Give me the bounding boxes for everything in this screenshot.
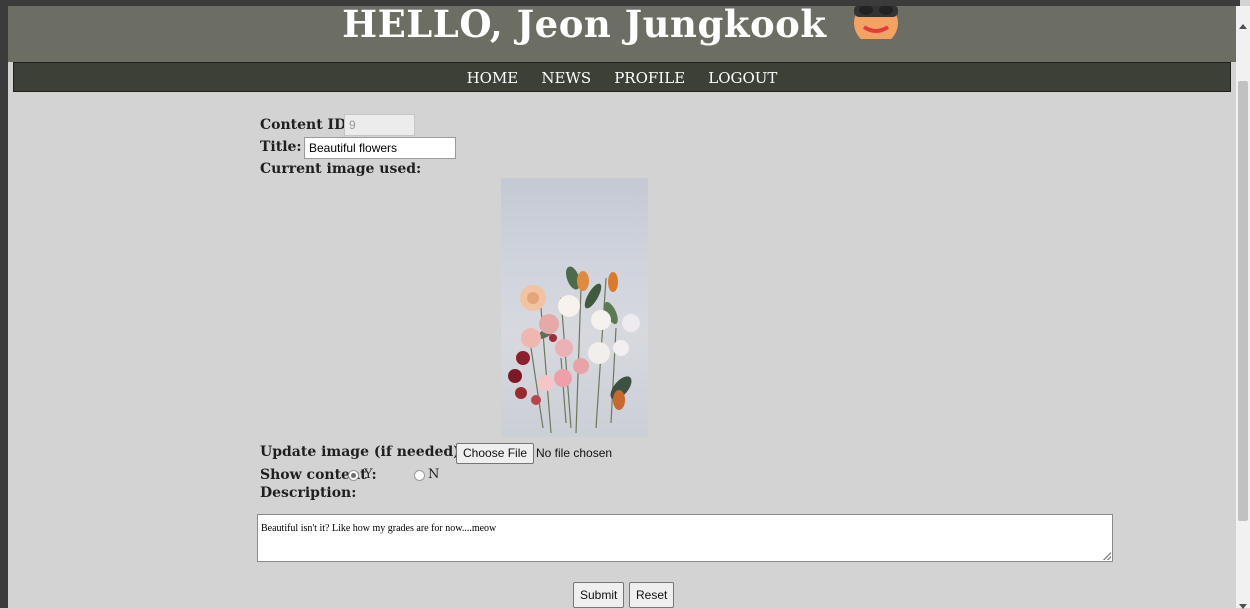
greeting-text: HELLO, Jeon Jungkook (342, 6, 827, 46)
page-scrollbar[interactable] (1236, 6, 1250, 609)
resize-grip-icon[interactable] (1103, 552, 1111, 560)
file-status-text: No file chosen (536, 446, 613, 460)
content-id-input (344, 114, 415, 136)
scroll-thumb[interactable] (1238, 81, 1248, 521)
nav-logout-link[interactable]: LOGOUT (708, 69, 777, 87)
scroll-down-arrow-icon[interactable] (1239, 604, 1247, 609)
cool-face-emoji-icon (850, 6, 902, 48)
description-text: Beautiful isn't it? Like how my grades a… (261, 523, 497, 534)
nav-news-link[interactable]: NEWS (541, 69, 591, 87)
window-left-border (0, 0, 8, 608)
content-id-label: Content ID: (260, 117, 352, 133)
show-content-no-label: N (428, 467, 440, 482)
update-image-label: Update image (if needed): (260, 444, 465, 460)
current-content-image (501, 178, 648, 437)
show-content-label: Show content : (260, 467, 377, 483)
description-textarea[interactable]: Beautiful isn't it? Like how my grades a… (257, 514, 1113, 562)
choose-file-button[interactable]: Choose File (456, 443, 535, 464)
nav-profile-link[interactable]: PROFILE (614, 69, 685, 87)
show-content-yes-radio[interactable] (348, 470, 359, 481)
show-content-yes-label: Y (364, 467, 373, 482)
main-nav: HOME NEWS PROFILE LOGOUT (13, 62, 1231, 92)
page-header: HELLO, Jeon Jungkook (8, 6, 1236, 62)
scroll-up-arrow-icon[interactable] (1239, 24, 1247, 29)
show-content-no-radio[interactable] (414, 470, 425, 481)
title-input[interactable] (304, 137, 456, 159)
reset-button[interactable]: Reset (629, 582, 675, 608)
nav-home-link[interactable]: HOME (467, 69, 519, 87)
submit-button[interactable]: Submit (573, 582, 625, 608)
current-image-label: Current image used: (260, 161, 422, 177)
title-label: Title: (260, 139, 302, 155)
page-title: HELLO, Jeon Jungkook (8, 6, 1236, 48)
description-label: Description: (260, 485, 357, 501)
